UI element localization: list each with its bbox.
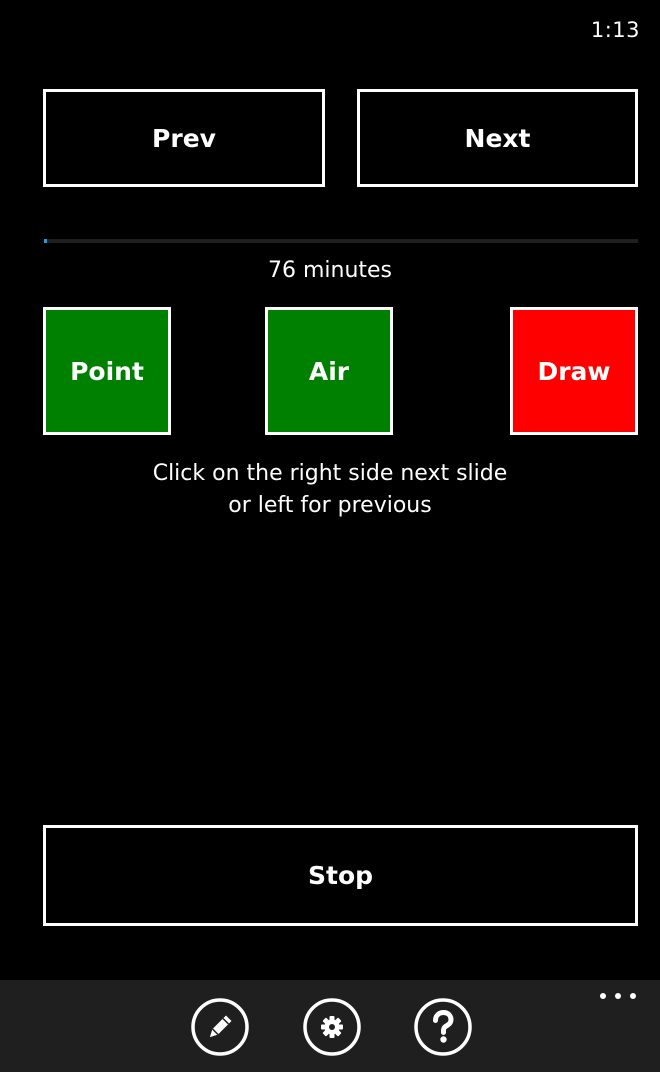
point-button[interactable]: Point — [43, 307, 171, 435]
progress-bar — [44, 239, 638, 243]
edit-button[interactable] — [190, 997, 250, 1057]
pencil-icon — [191, 998, 249, 1056]
progress-fill — [44, 239, 47, 243]
question-icon — [414, 998, 472, 1056]
instruction-text: Click on the right side next slide or le… — [0, 458, 660, 522]
next-button[interactable]: Next — [357, 89, 638, 187]
app-bar — [0, 980, 660, 1072]
gear-icon — [303, 998, 361, 1056]
prev-button[interactable]: Prev — [43, 89, 325, 187]
more-button[interactable] — [596, 984, 640, 1008]
help-button[interactable] — [413, 997, 473, 1057]
instruction-line-1: Click on the right side next slide — [152, 461, 508, 486]
draw-button[interactable]: Draw — [510, 307, 638, 435]
settings-button[interactable] — [302, 997, 362, 1057]
stop-button[interactable]: Stop — [43, 825, 638, 926]
status-time: 1:13 — [590, 18, 640, 42]
air-button[interactable]: Air — [265, 307, 393, 435]
instruction-line-2: or left for previous — [228, 493, 432, 518]
duration-label: 76 minutes — [267, 258, 393, 283]
ellipsis-icon — [600, 993, 636, 999]
